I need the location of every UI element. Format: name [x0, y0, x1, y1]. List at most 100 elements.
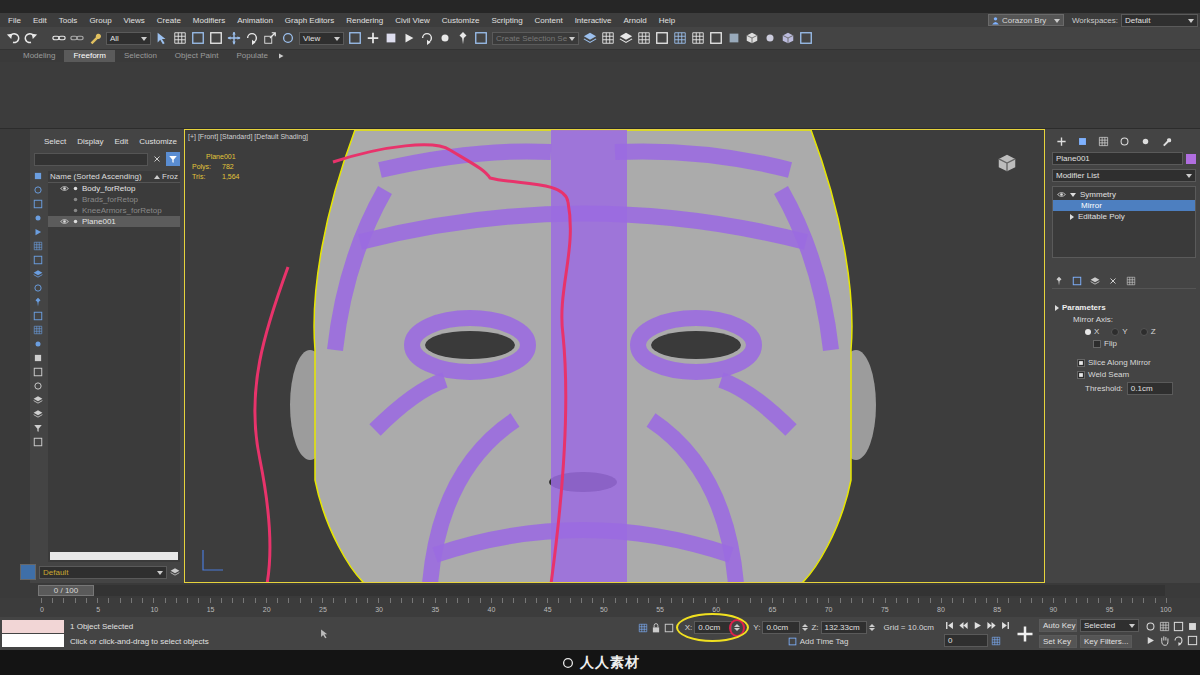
eye-icon[interactable]	[1057, 190, 1066, 199]
option-checkbox[interactable]: Flip	[1055, 339, 1196, 348]
move-icon[interactable]	[227, 31, 241, 45]
scene-item[interactable]: Brads_forRetop	[48, 194, 180, 205]
clear-search-icon[interactable]	[152, 154, 162, 164]
ribbon-tab[interactable]: Modeling	[14, 50, 64, 62]
menu-item[interactable]: Rendering	[340, 16, 389, 25]
filter-toggle-icon[interactable]	[33, 423, 43, 433]
mirror-icon[interactable]	[583, 31, 597, 45]
spinner[interactable]	[734, 624, 740, 631]
reference-coordinate-dropdown[interactable]: View	[299, 32, 344, 45]
zoom-icon[interactable]	[1145, 621, 1156, 632]
menu-item[interactable]: Create	[151, 16, 187, 25]
menu-item[interactable]: File	[2, 16, 27, 25]
selection-filter-dropdown[interactable]: All	[106, 32, 151, 45]
object-dot-icon[interactable]	[72, 185, 79, 192]
set-key-big-icon[interactable]	[1015, 624, 1035, 644]
percent-snap-icon[interactable]	[438, 31, 452, 45]
unlink-icon[interactable]	[70, 31, 84, 45]
play-icon[interactable]	[972, 620, 983, 631]
explorer-search-field[interactable]	[34, 153, 148, 166]
render-setup-icon[interactable]	[709, 31, 723, 45]
orbit-icon[interactable]	[1173, 635, 1184, 646]
frozen-column-header[interactable]: Froz	[154, 172, 178, 181]
modifier-stack-item[interactable]: Editable Poly	[1053, 211, 1195, 222]
window-crossing-icon[interactable]	[209, 31, 223, 45]
spinner[interactable]	[869, 624, 875, 631]
pan-icon[interactable]	[1159, 635, 1170, 646]
space-warps-icon[interactable]	[33, 255, 43, 265]
redo-icon[interactable]	[24, 31, 38, 45]
xrefs-icon[interactable]	[33, 283, 43, 293]
person-icon[interactable]	[991, 16, 1000, 25]
selection-lock-icon[interactable]	[651, 623, 661, 633]
ribbon-tab[interactable]: Freeform	[64, 50, 114, 62]
frozen-icon[interactable]	[33, 325, 43, 335]
threshold-field[interactable]: 0.1cm	[1127, 382, 1173, 395]
containers-icon[interactable]	[33, 311, 43, 321]
scale-icon[interactable]	[263, 31, 277, 45]
menu-item[interactable]: Content	[529, 16, 569, 25]
hierarchy-icon[interactable]	[1098, 136, 1109, 147]
explorer-menu-item[interactable]: Display	[77, 137, 103, 146]
groups-icon[interactable]	[33, 269, 43, 279]
explorer-menu-item[interactable]: Customize	[139, 137, 177, 146]
track-bar[interactable]: 0510152025303540455055606570758085909510…	[0, 598, 1200, 617]
ribbon-tab[interactable]: Object Paint	[166, 50, 228, 62]
zoom-extents-icon[interactable]	[1173, 621, 1184, 632]
axis-radio[interactable]: Y	[1111, 327, 1127, 336]
render-teapot-icon[interactable]	[763, 31, 777, 45]
layers-icon[interactable]	[33, 409, 43, 419]
coordinate-field[interactable]: 132.33cm	[821, 621, 867, 634]
key-filters-button[interactable]: Key Filters...	[1080, 635, 1132, 648]
scene-item[interactable]: KneeArmors_forRetop	[48, 205, 180, 216]
spinner-snap-icon[interactable]	[456, 31, 470, 45]
horizontal-scrollbar[interactable]	[50, 552, 178, 560]
previous-frame-icon[interactable]	[958, 620, 969, 631]
object-dot-icon[interactable]	[72, 207, 79, 214]
curve-editor-icon[interactable]	[655, 31, 669, 45]
shapes-icon[interactable]	[33, 199, 43, 209]
layer-explorer-icon[interactable]	[619, 31, 633, 45]
select-icon[interactable]	[155, 31, 169, 45]
axis-radio[interactable]: Z	[1140, 327, 1156, 336]
filter-button[interactable]	[166, 152, 180, 166]
cursor-status-icon[interactable]	[319, 628, 330, 639]
modifier-list-dropdown[interactable]: Modifier List	[1052, 169, 1196, 182]
next-frame-icon[interactable]	[986, 620, 997, 631]
edit-named-selection-icon[interactable]	[474, 31, 488, 45]
maximize-icon[interactable]	[1187, 635, 1198, 646]
utilities-icon[interactable]	[1161, 136, 1172, 147]
menu-item[interactable]: Arnold	[618, 16, 653, 25]
object-dot-icon[interactable]	[72, 196, 79, 203]
named-selection-field[interactable]: Create Selection Se	[492, 32, 579, 45]
menu-item[interactable]: Edit	[27, 16, 53, 25]
menu-item[interactable]: Graph Editors	[279, 16, 340, 25]
ribbon-tab[interactable]: Selection	[115, 50, 166, 62]
option-checkbox[interactable]: Weld Seam	[1055, 370, 1196, 379]
explorer-menu-item[interactable]: Select	[44, 137, 66, 146]
toggle-ribbon-icon[interactable]	[637, 31, 651, 45]
create-icon[interactable]	[1056, 136, 1067, 147]
layer-dropdown[interactable]: Default	[39, 566, 167, 579]
auto-key-button[interactable]: Auto Key	[1039, 619, 1077, 632]
isolate-icon[interactable]	[638, 623, 648, 633]
maxscript-listener[interactable]	[2, 620, 64, 647]
coordinate-field[interactable]: 0.0cm	[694, 621, 732, 634]
placement-icon[interactable]	[281, 31, 295, 45]
absolute-mode-icon[interactable]	[664, 623, 674, 633]
motion-icon[interactable]	[1119, 136, 1130, 147]
expand-arrow-icon[interactable]	[1070, 214, 1074, 220]
menu-item[interactable]: Views	[118, 16, 151, 25]
time-config-icon[interactable]	[991, 636, 1001, 646]
modifier-stack-item[interactable]: Mirror	[1053, 200, 1195, 211]
time-slider-thumb[interactable]: 0 / 100	[38, 585, 94, 596]
material-editor-icon[interactable]	[691, 31, 705, 45]
undo-icon[interactable]	[6, 31, 20, 45]
spinner[interactable]	[802, 624, 808, 631]
option-checkbox[interactable]: Slice Along Mirror	[1055, 358, 1196, 367]
object-color-swatch[interactable]	[1186, 154, 1196, 164]
remove-modifier-icon[interactable]	[1108, 276, 1118, 286]
viewcube-icon[interactable]	[996, 152, 1018, 174]
expand-arrow-icon[interactable]	[1070, 193, 1076, 197]
rendered-frame-icon[interactable]	[727, 31, 741, 45]
